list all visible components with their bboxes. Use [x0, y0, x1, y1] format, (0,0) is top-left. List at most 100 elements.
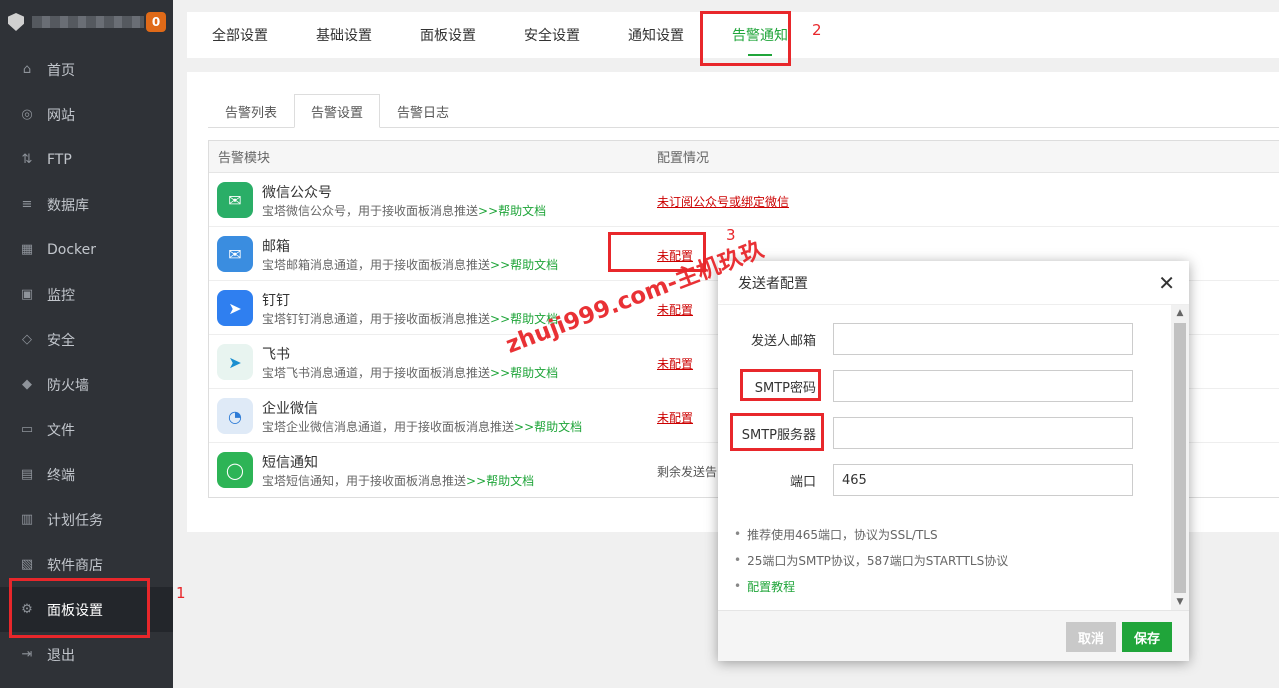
- tip-item: 25端口为SMTP协议，587端口为STARTTLS协议: [734, 547, 1008, 573]
- firewall-icon: ◆: [22, 377, 32, 392]
- table-row: ✉ 微信公众号 宝塔微信公众号，用于接收面板消息推送>>帮助文档 未订阅公众号或…: [209, 173, 1279, 227]
- field-label: 发送人邮箱: [750, 333, 816, 349]
- dialog-footer: 取消 保存: [718, 610, 1189, 661]
- sidebar-item-monitor[interactable]: ▣ 监控: [0, 272, 173, 317]
- sidebar-item-label: 退出: [47, 647, 75, 664]
- sidebar-item-files[interactable]: ▭ 文件: [0, 407, 173, 452]
- smtp-server-input[interactable]: [833, 417, 1133, 449]
- config-tutorial-link[interactable]: 配置教程: [734, 573, 1008, 599]
- monitor-icon: ▣: [20, 287, 34, 302]
- home-icon: ⌂: [22, 62, 32, 77]
- annotation-box-smtp-password: [740, 369, 821, 401]
- row-description: 宝塔微信公众号，用于接收面板消息推送>>帮助文档: [262, 202, 546, 219]
- docker-icon: ▦: [20, 242, 34, 257]
- dingtalk-icon: ➤: [217, 290, 253, 326]
- status-link[interactable]: 未配置: [657, 409, 693, 426]
- help-doc-link[interactable]: >>帮助文档: [514, 420, 582, 434]
- help-doc-link[interactable]: >>帮助文档: [490, 366, 558, 380]
- tab-alert-log[interactable]: 告警日志: [380, 94, 466, 128]
- status-link[interactable]: 未配置: [657, 355, 693, 372]
- dialog-scrollbar[interactable]: ▲ ▼: [1171, 305, 1189, 610]
- sidebar-item-logout[interactable]: ⇥ 退出: [0, 632, 173, 677]
- shield-icon: ◇: [22, 332, 32, 347]
- dialog-title: 发送者配置: [718, 261, 1189, 305]
- row-title: 钉钉: [262, 293, 290, 309]
- help-doc-link[interactable]: >>帮助文档: [466, 474, 534, 488]
- sidebar-item-label: 软件商店: [47, 557, 103, 574]
- sidebar-item-label: 首页: [47, 62, 75, 79]
- row-description: 宝塔企业微信消息通道，用于接收面板消息推送>>帮助文档: [262, 418, 582, 435]
- tip-item: 推荐使用465端口，协议为SSL/TLS: [734, 521, 1008, 547]
- row-title: 邮箱: [262, 239, 290, 255]
- scroll-up-icon[interactable]: ▲: [1171, 305, 1189, 321]
- notification-badge[interactable]: 0: [146, 12, 166, 32]
- sms-icon: ◯: [217, 452, 253, 488]
- form-row-port: 端口: [718, 464, 1171, 496]
- smtp-password-input[interactable]: [833, 370, 1133, 402]
- table-header: 告警模块 配置情况: [209, 141, 1279, 173]
- tab-security-settings[interactable]: 安全设置: [524, 12, 580, 58]
- sidebar-item-cron[interactable]: ▥ 计划任务: [0, 497, 173, 542]
- row-description: 宝塔飞书消息通道，用于接收面板消息推送>>帮助文档: [262, 364, 558, 381]
- annotation-label-1: 1: [176, 584, 186, 602]
- field-label: 端口: [789, 474, 816, 490]
- database-icon: ≡: [21, 197, 33, 212]
- tab-notification-settings[interactable]: 通知设置: [628, 12, 684, 58]
- sidebar-item-ftp[interactable]: ⇅ FTP: [0, 137, 173, 182]
- sub-tabs: 告警列表 告警设置 告警日志: [208, 94, 1279, 128]
- help-doc-link[interactable]: >>帮助文档: [490, 258, 558, 272]
- sidebar-item-label: 数据库: [47, 197, 89, 214]
- sidebar-item-firewall[interactable]: ◆ 防火墙: [0, 362, 173, 407]
- status-link[interactable]: 未订阅公众号或绑定微信: [657, 193, 789, 210]
- sender-email-input[interactable]: [833, 323, 1133, 355]
- column-header-module: 告警模块: [218, 151, 271, 166]
- sidebar-item-security[interactable]: ◇ 安全: [0, 317, 173, 362]
- sidebar-item-database[interactable]: ≡ 数据库: [0, 182, 173, 227]
- status-text: 剩余发送告: [657, 465, 718, 479]
- sidebar-item-label: 终端: [47, 467, 75, 484]
- tab-panel-settings[interactable]: 面板设置: [420, 12, 476, 58]
- logout-icon: ⇥: [21, 647, 33, 662]
- sidebar-item-label: Docker: [47, 241, 97, 258]
- help-doc-link[interactable]: >>帮助文档: [478, 204, 546, 218]
- sidebar-item-label: FTP: [47, 151, 72, 168]
- sender-config-dialog: 发送者配置 ✕ 发送人邮箱 SMTP密码 SMTP服务器 端口 推荐使用465端…: [718, 261, 1189, 661]
- row-description-text: 宝塔微信公众号，用于接收面板消息推送: [262, 204, 479, 218]
- annotation-box-2: [700, 11, 791, 66]
- row-title: 企业微信: [262, 401, 318, 417]
- scroll-thumb[interactable]: [1174, 323, 1186, 593]
- row-title: 微信公众号: [262, 185, 332, 201]
- form-row-sender-email: 发送人邮箱: [718, 323, 1171, 355]
- server-name-blurred: [32, 16, 144, 28]
- sidebar-item-label: 安全: [47, 332, 75, 349]
- sidebar-item-home[interactable]: ⌂ 首页: [0, 47, 173, 92]
- sidebar-item-label: 防火墙: [47, 377, 89, 394]
- tab-alert-list[interactable]: 告警列表: [208, 94, 294, 128]
- tips-list: 推荐使用465端口，协议为SSL/TLS 25端口为SMTP协议，587端口为S…: [734, 521, 1008, 599]
- row-title: 飞书: [262, 347, 290, 363]
- tab-alert-settings[interactable]: 告警设置: [294, 94, 380, 128]
- close-icon[interactable]: ✕: [1158, 271, 1175, 295]
- sidebar-item-website[interactable]: ◎ 网站: [0, 92, 173, 137]
- ftp-icon: ⇅: [21, 152, 33, 167]
- row-title: 短信通知: [262, 455, 318, 471]
- globe-icon: ◎: [21, 107, 33, 122]
- port-input[interactable]: [833, 464, 1133, 496]
- sidebar-item-docker[interactable]: ▦ Docker: [0, 227, 173, 272]
- save-button[interactable]: 保存: [1122, 622, 1173, 652]
- status-link[interactable]: 未配置: [657, 301, 693, 318]
- dialog-body: 发送人邮箱 SMTP密码 SMTP服务器 端口 推荐使用465端口，协议为SSL…: [718, 305, 1171, 610]
- row-description-text: 宝塔邮箱消息通道，用于接收面板消息推送: [262, 258, 491, 272]
- row-description-text: 宝塔短信通知，用于接收面板消息推送: [262, 474, 467, 488]
- scroll-down-icon[interactable]: ▼: [1171, 594, 1189, 610]
- sidebar-item-terminal[interactable]: ▤ 终端: [0, 452, 173, 497]
- sidebar-item-label: 监控: [47, 287, 75, 304]
- column-header-status: 配置情况: [657, 151, 710, 166]
- tab-basic-settings[interactable]: 基础设置: [316, 12, 372, 58]
- annotation-box-smtp-server: [730, 413, 824, 451]
- wechat-icon: ✉: [217, 182, 253, 218]
- feishu-icon: ➤: [217, 344, 253, 380]
- row-description: 宝塔短信通知，用于接收面板消息推送>>帮助文档: [262, 472, 534, 489]
- cancel-button[interactable]: 取消: [1066, 622, 1117, 652]
- tab-all-settings[interactable]: 全部设置: [212, 12, 268, 58]
